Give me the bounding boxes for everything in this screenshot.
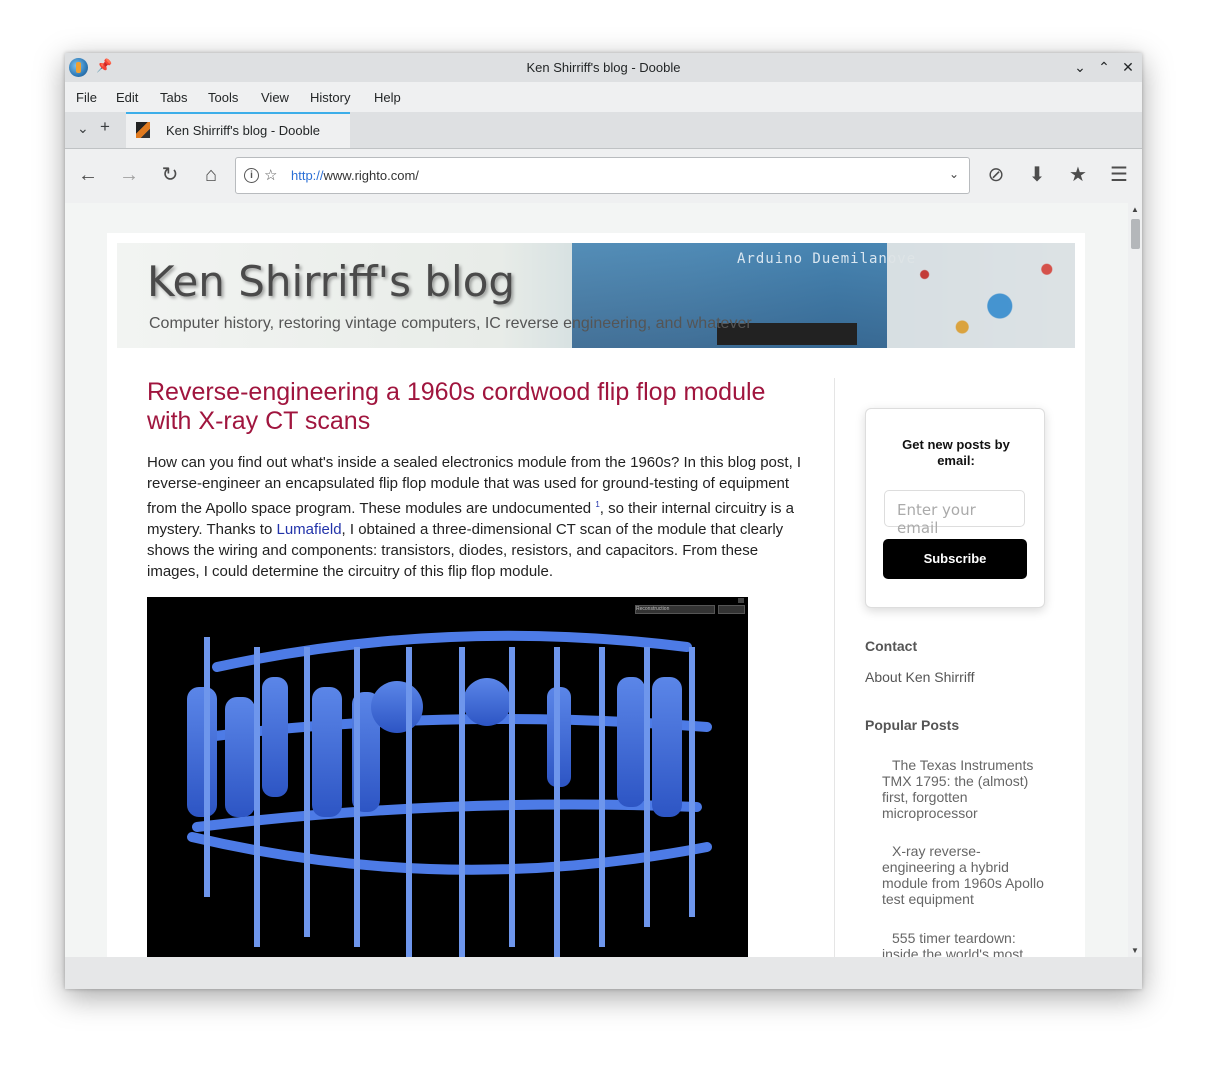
reload-icon[interactable]: ↻ [157, 162, 183, 188]
blog-post: Reverse-engineering a 1960s cordwood fli… [147, 378, 807, 957]
popular-posts-heading: Popular Posts [865, 717, 960, 733]
home-icon[interactable]: ⌂ [198, 162, 224, 188]
scrollbar-thumb[interactable] [1131, 219, 1140, 249]
tab-list-chevron-icon[interactable]: ⌄ [77, 120, 89, 137]
minimize-icon[interactable]: ⌄ [1070, 57, 1090, 77]
download-icon[interactable]: ⬇ [1024, 162, 1050, 188]
status-bar [65, 957, 1142, 989]
view-mode-dropdown[interactable] [718, 605, 745, 614]
vertical-scrollbar[interactable]: ▲ ▼ [1128, 203, 1142, 957]
blog-page: Arduino Duemilanove Ken Shirriff's blog … [107, 233, 1085, 957]
menu-tools[interactable]: Tools [208, 90, 238, 105]
new-tab-plus-icon[interactable]: + [100, 117, 110, 137]
menu-edit[interactable]: Edit [116, 90, 138, 105]
menu-tabs[interactable]: Tabs [160, 90, 187, 105]
reconstruction-label: Reconstruction [636, 606, 670, 612]
lumafield-link[interactable]: Lumafield [277, 521, 342, 538]
window-title: Ken Shirriff's blog - Dooble [526, 60, 681, 75]
column-divider [834, 378, 835, 957]
contact-heading: Contact [865, 638, 918, 654]
components-image [887, 243, 1075, 348]
back-arrow-icon[interactable]: ← [75, 162, 101, 188]
post-title[interactable]: Reverse-engineering a 1960s cordwood fli… [147, 378, 807, 436]
address-bar[interactable]: i ☆ http://www.righto.com/ ⌄ [235, 157, 970, 194]
browser-window: 📌 Ken Shirriff's blog - Dooble ⌄ ⌃ ✕ Fil… [65, 53, 1142, 989]
hamburger-menu-icon[interactable]: ☰ [1106, 162, 1132, 188]
site-favicon-icon [136, 122, 150, 138]
menu-history[interactable]: History [310, 90, 350, 105]
popular-post-link[interactable]: X-ray reverse-engineering a hybrid modul… [882, 843, 1052, 907]
blog-description: Computer history, restoring vintage comp… [149, 315, 752, 332]
url-protocol: http:// [291, 168, 324, 183]
maximize-icon[interactable]: ⌃ [1094, 57, 1114, 77]
menu-help[interactable]: Help [374, 90, 401, 105]
blog-header: Arduino Duemilanove Ken Shirriff's blog … [117, 243, 1075, 348]
scroll-up-icon[interactable]: ▲ [1131, 205, 1139, 214]
web-content: Arduino Duemilanove Ken Shirriff's blog … [65, 203, 1128, 957]
viewer-toggle-icon[interactable] [738, 598, 744, 603]
forward-arrow-icon[interactable]: → [116, 162, 142, 188]
url-host: www.righto.com/ [323, 168, 419, 183]
url-history-chevron-icon[interactable]: ⌄ [949, 167, 959, 181]
menu-bar: File Edit Tabs Tools View History Help [65, 82, 1142, 112]
subscribe-button[interactable]: Subscribe [883, 539, 1027, 579]
post-intro: How can you find out what's inside a sea… [147, 452, 807, 582]
scroll-down-icon[interactable]: ▼ [1131, 946, 1139, 955]
about-link[interactable]: About Ken Shirriff [865, 669, 1055, 685]
bookmarks-star-icon[interactable]: ★ [1065, 162, 1091, 188]
email-input[interactable]: Enter your email [884, 490, 1025, 537]
subscribe-widget: Get new posts by email: Enter your email… [865, 408, 1045, 608]
bookmark-star-outline-icon[interactable]: ☆ [264, 166, 277, 184]
title-bar: 📌 Ken Shirriff's blog - Dooble ⌄ ⌃ ✕ [65, 53, 1142, 82]
navigation-toolbar: ← → ↻ ⌂ i ☆ http://www.righto.com/ ⌄ ⊘ ⬇… [65, 149, 1142, 203]
tab-label: Ken Shirriff's blog - Dooble [166, 123, 320, 138]
subscribe-title: Get new posts by email: [902, 437, 1010, 468]
url-text[interactable]: http://www.righto.com/ [291, 168, 419, 183]
site-info-icon[interactable]: i [244, 168, 259, 183]
menu-view[interactable]: View [261, 90, 289, 105]
tab-blog[interactable]: Ken Shirriff's blog - Dooble [126, 112, 350, 148]
close-icon[interactable]: ✕ [1118, 57, 1138, 77]
ct-scan-image[interactable]: Reconstruction [147, 597, 748, 957]
popular-post-link[interactable]: The Texas Instruments TMX 1795: the (alm… [882, 757, 1052, 821]
tab-bar: ⌄ + Ken Shirriff's blog - Dooble [65, 112, 1142, 149]
block-icon[interactable]: ⊘ [983, 162, 1009, 188]
popular-post-link[interactable]: 555 timer teardown: inside the world's m… [882, 930, 1052, 957]
reconstruction-dropdown[interactable]: Reconstruction [635, 605, 715, 614]
blog-title[interactable]: Ken Shirriff's blog [147, 257, 515, 306]
menu-file[interactable]: File [76, 90, 97, 105]
ct-scan-render [187, 630, 712, 957]
